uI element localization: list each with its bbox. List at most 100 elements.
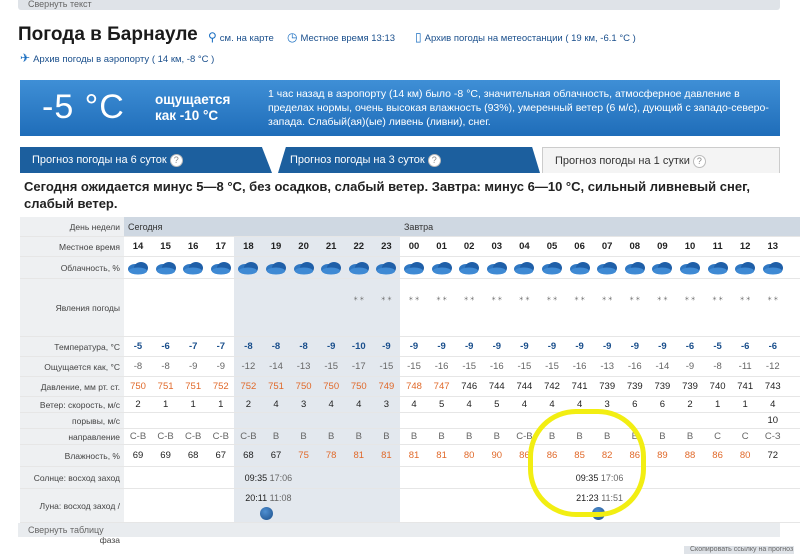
cloud-icon — [237, 261, 259, 275]
night-shading — [234, 413, 400, 428]
temp-cell: -8 — [244, 341, 253, 352]
hour-cell: 15 — [160, 241, 171, 252]
feels-cell: -12 — [765, 361, 780, 372]
day-name: Завтра — [404, 222, 434, 232]
tab-1-day[interactable]: Прогноз погоды на 1 сутки? — [542, 147, 780, 173]
feels-cell: -15 — [379, 361, 394, 372]
collapse-table-link[interactable]: Свернуть таблицу — [18, 523, 780, 537]
feels-cell: -16 — [572, 361, 587, 372]
pressure-cell: 751 — [185, 381, 202, 392]
humidity-cell: 67 — [215, 450, 227, 461]
wind-speed-cell: 2 — [135, 399, 141, 410]
map-link[interactable]: ⚲ см. на карте — [208, 30, 274, 44]
hour-cell: 05 — [546, 241, 558, 252]
direction-cell: В — [438, 431, 445, 442]
cloud-icon — [513, 261, 535, 275]
direction-cell: В — [493, 431, 500, 442]
current-temp: -5 °C — [42, 88, 125, 126]
temp-cell: -9 — [575, 341, 584, 352]
cloud-icon — [624, 261, 646, 275]
row-label: Ощущается как, °C — [20, 357, 124, 376]
row-label: Местное время — [20, 237, 124, 256]
current-description: 1 час назад в аэропорту (14 км) было -8 … — [268, 88, 769, 128]
snow-icon: ⁎ ⁎ — [464, 293, 475, 302]
yellow-highlight-circle — [528, 409, 646, 517]
forecast-tabs: Прогноз погоды на 6 суток? Прогноз погод… — [20, 147, 780, 173]
humidity-cell: 80 — [463, 450, 475, 461]
feels-cell: -16 — [434, 361, 449, 372]
cloud-icon — [348, 261, 370, 275]
humidity-cell: 69 — [160, 450, 171, 461]
feels-cell: -15 — [324, 361, 339, 372]
local-time-label: Местное время 13:13 — [300, 33, 396, 44]
row-label: Солнце: восход заход — [20, 467, 124, 488]
tab-6-days[interactable]: Прогноз погоды на 6 суток? — [20, 147, 272, 173]
hour-cell: 18 — [243, 241, 254, 252]
help-icon[interactable]: ? — [427, 154, 441, 167]
pressure-cell: 739 — [599, 381, 616, 392]
hour-cell: 22 — [353, 241, 365, 252]
pressure-cell: 739 — [682, 381, 698, 392]
hour-cell: 19 — [270, 241, 282, 252]
hour-cell: 04 — [519, 241, 530, 252]
hour-cell: 01 — [436, 241, 447, 252]
pressure-cell: 751 — [157, 381, 174, 392]
temp-cell: -9 — [437, 341, 446, 352]
direction-row: направление С-В С-В С-В С-В С-В В В В В В В В В В С-В В В… — [20, 429, 800, 445]
gusts-row: порывы, м/с 10 — [20, 413, 800, 429]
feels-cell: -12 — [241, 361, 256, 372]
cloud-icon — [155, 261, 177, 275]
pressure-cell: 749 — [378, 381, 395, 392]
temp-cell: -9 — [326, 341, 336, 352]
wind-speed-cell: 5 — [494, 399, 500, 410]
wind-speed-cell: 1 — [218, 399, 224, 410]
wind-speed-cell: 2 — [687, 399, 693, 410]
cloud-icon — [541, 261, 563, 275]
pressure-cell: 742 — [544, 381, 560, 392]
direction-cell: С-З — [764, 431, 781, 442]
airplane-icon: ✈ — [20, 51, 31, 65]
snow-icon: ⁎ ⁎ — [436, 293, 447, 302]
feels-like: ощущается как -10 °C — [155, 92, 230, 124]
temp-cell: -9 — [547, 341, 557, 352]
copy-link-button[interactable]: Скопировать ссылку на прогноз — [684, 546, 794, 554]
cloud-icon — [569, 261, 591, 275]
pressure-cell: 746 — [461, 381, 478, 392]
cloud-icon — [458, 261, 480, 275]
cloud-icon — [679, 261, 701, 275]
pressure-cell: 744 — [488, 381, 505, 392]
pressure-row: Давление, мм рт. ст. 750 751 751 752 752 751 75… — [20, 377, 800, 397]
day-name: Сегодня — [128, 222, 163, 232]
snow-icon: ⁎ ⁎ — [546, 293, 558, 302]
feels-cell: -15 — [407, 361, 421, 372]
humidity-cell: 72 — [767, 450, 779, 461]
wind-speed-cell: 1 — [714, 399, 721, 410]
feels-cell: -15 — [545, 361, 559, 372]
temp-cell: -9 — [382, 341, 391, 352]
clock-icon: ◷ — [287, 30, 298, 44]
airport-archive-link[interactable]: ✈ Архив погоды в аэропорту ( 14 км, -8 °C… — [20, 51, 214, 65]
pressure-cell: 752 — [240, 381, 257, 392]
hour-cell: 09 — [657, 241, 668, 252]
wind-speed-cell: 4 — [273, 399, 279, 410]
collapse-text-link[interactable]: Свернуть текст — [18, 0, 780, 10]
pressure-cell: 741 — [737, 381, 754, 392]
snow-icon: ⁎ ⁎ — [767, 293, 778, 302]
tab-3-days[interactable]: Прогноз погоды на 3 суток? — [278, 147, 540, 173]
temp-cell: -5 — [133, 341, 143, 352]
cloud-icon — [486, 261, 508, 275]
moon-row: Луна: восход заход / фаза 20:11 11:08 21:2… — [20, 489, 800, 545]
tab-6-days-label: Прогноз погоды на 6 суток — [32, 154, 167, 166]
station-archive-link[interactable]: ▯ Архив погоды на метеостанции ( 19 км, -… — [415, 30, 636, 44]
direction-cell: В — [355, 431, 362, 442]
forecast-summary: Сегодня ожидается минус 5—8 °C, без осад… — [24, 179, 750, 211]
cloud-icon — [707, 261, 729, 275]
hour-cell: 10 — [684, 241, 696, 252]
hour-cell: 14 — [132, 241, 144, 252]
help-icon[interactable]: ? — [169, 154, 183, 167]
help-icon[interactable]: ? — [692, 155, 706, 168]
feels-cell: -14 — [655, 361, 670, 372]
local-time-link[interactable]: ◷ Местное время 13:13 — [287, 30, 395, 44]
pressure-cell: 739 — [654, 381, 671, 392]
tab-1-day-label: Прогноз погоды на 1 сутки — [555, 155, 690, 167]
